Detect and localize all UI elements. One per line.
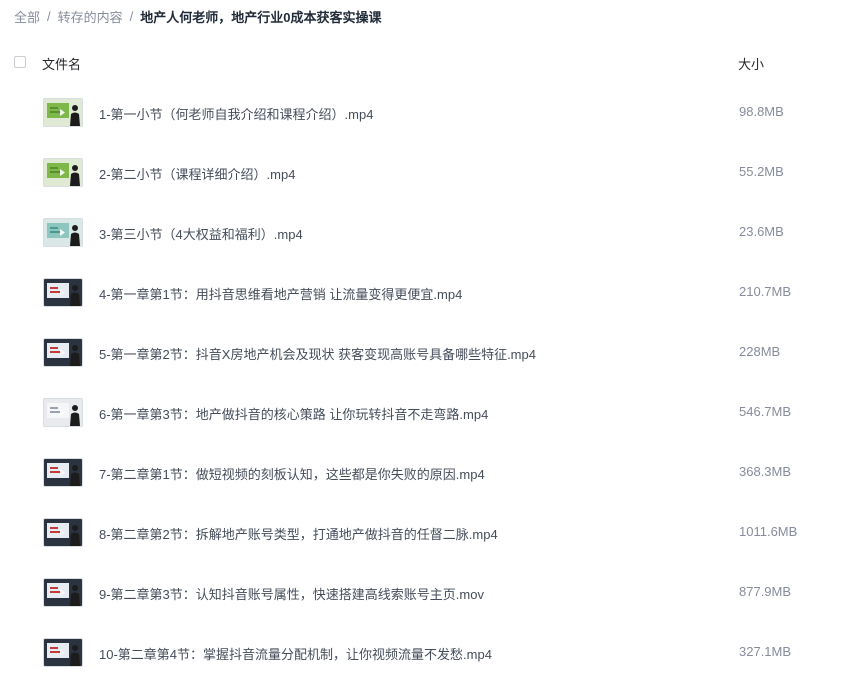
file-size: 327.1MB [739,644,792,659]
file-size: 368.3MB [739,464,792,479]
video-thumbnail[interactable] [43,98,83,127]
video-thumbnail-icon [44,159,82,186]
file-size: 210.7MB [739,284,792,299]
video-thumbnail[interactable] [43,518,83,547]
file-name[interactable]: 4-第一章第1节：用抖音思维看地产营销 让流量变得更便宜.mp4 [99,284,462,303]
file-name[interactable]: 2-第二小节（课程详细介绍）.mp4 [99,164,295,183]
select-all-checkbox[interactable] [14,56,26,68]
video-thumbnail-icon [44,519,82,546]
file-size: 98.8MB [739,104,784,119]
breadcrumb-separator: / [47,8,51,24]
file-list: 1-第一小节（何老师自我介绍和课程介绍）.mp4 98.8MB 2-第二小节（课程详… [0,82,857,682]
file-row[interactable]: 4-第一章第1节：用抖音思维看地产营销 让流量变得更便宜.mp4 210.7MB [0,262,857,322]
file-row[interactable]: 6-第一章第3节：地产做抖音的核心策路 让你玩转抖音不走弯路.mp4 546.7M… [0,382,857,442]
video-thumbnail-icon [44,279,82,306]
column-header-size[interactable]: 大小 [738,54,764,73]
file-size: 546.7MB [739,404,792,419]
file-name[interactable]: 5-第一章第2节：抖音X房地产机会及现状 获客变现高账号具备哪些特征.mp4 [99,344,536,363]
video-thumbnail-icon [44,99,82,126]
video-thumbnail[interactable] [43,638,83,667]
file-row[interactable]: 8-第二章第2节：拆解地产账号类型，打通地产做抖音的任督二脉.mp4 1011.6… [0,502,857,562]
breadcrumb-root-link[interactable]: 全部 [14,7,40,26]
file-size: 23.6MB [739,224,784,239]
column-header-name[interactable]: 文件名 [42,54,81,73]
video-thumbnail[interactable] [43,398,83,427]
file-name[interactable]: 10-第二章第4节：掌握抖音流量分配机制，让你视频流量不发愁.mp4 [99,644,492,663]
video-thumbnail[interactable] [43,458,83,487]
file-row[interactable]: 7-第二章第1节：做短视频的刻板认知，这些都是你失败的原因.mp4 368.3MB [0,442,857,502]
file-list-header: 文件名 大小 [0,52,857,74]
file-name[interactable]: 1-第一小节（何老师自我介绍和课程介绍）.mp4 [99,104,373,123]
video-thumbnail[interactable] [43,278,83,307]
file-size: 877.9MB [739,584,792,599]
video-thumbnail[interactable] [43,218,83,247]
file-row[interactable]: 1-第一小节（何老师自我介绍和课程介绍）.mp4 98.8MB [0,82,857,142]
breadcrumb-parent-link[interactable]: 转存的内容 [58,7,123,26]
video-thumbnail[interactable] [43,578,83,607]
breadcrumb-separator: / [129,8,134,24]
file-name[interactable]: 6-第一章第3节：地产做抖音的核心策路 让你玩转抖音不走弯路.mp4 [99,404,488,423]
file-name[interactable]: 8-第二章第2节：拆解地产账号类型，打通地产做抖音的任督二脉.mp4 [99,524,498,543]
file-size: 228MB [739,344,781,359]
video-thumbnail-icon [44,339,82,366]
breadcrumb-current: 地产人何老师，地产行业0成本获客实操课 [140,9,382,25]
file-size: 1011.6MB [739,524,798,539]
file-row[interactable]: 3-第三小节（4大权益和福利）.mp4 23.6MB [0,202,857,262]
video-thumbnail-icon [44,639,82,666]
file-row[interactable]: 2-第二小节（课程详细介绍）.mp4 55.2MB [0,142,857,202]
file-row[interactable]: 10-第二章第4节：掌握抖音流量分配机制，让你视频流量不发愁.mp4 327.1M… [0,622,857,682]
video-thumbnail-icon [44,219,82,246]
video-thumbnail[interactable] [43,158,83,187]
video-thumbnail-icon [44,459,82,486]
file-row[interactable]: 5-第一章第2节：抖音X房地产机会及现状 获客变现高账号具备哪些特征.mp4 22… [0,322,857,382]
video-thumbnail-icon [44,399,82,426]
file-name[interactable]: 7-第二章第1节：做短视频的刻板认知，这些都是你失败的原因.mp4 [99,464,485,483]
file-name[interactable]: 3-第三小节（4大权益和福利）.mp4 [99,224,303,243]
breadcrumb: 全部 / 转存的内容 / 地产人何老师，地产行业0成本获客实操课 [14,6,382,26]
file-name[interactable]: 9-第二章第3节：认知抖音账号属性，快速搭建高线索账号主页.mov [99,584,484,603]
video-thumbnail[interactable] [43,338,83,367]
file-row[interactable]: 9-第二章第3节：认知抖音账号属性，快速搭建高线索账号主页.mov 877.9MB [0,562,857,622]
video-thumbnail-icon [44,579,82,606]
file-size: 55.2MB [739,164,784,179]
